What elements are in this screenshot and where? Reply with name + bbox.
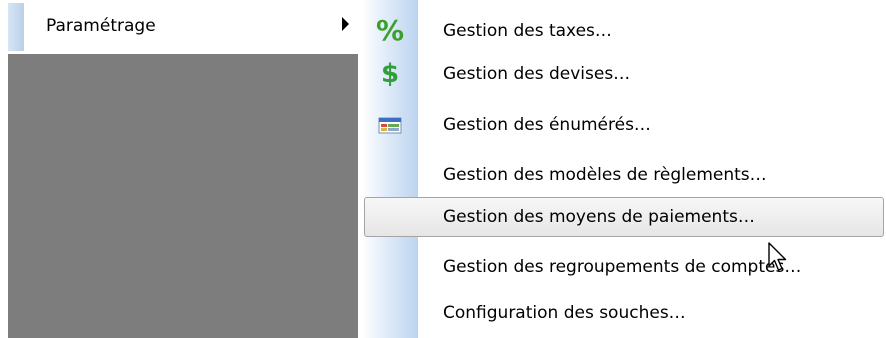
menu-item-gestion-devises[interactable]: $ Gestion des devises…	[362, 54, 886, 94]
menu-screenshot: Paramétrage % Gestion des taxes… $ Gesti…	[0, 0, 886, 338]
menu-item-label: Gestion des moyens de paiements…	[443, 207, 755, 227]
menu-item-gestion-regroupements-comptes[interactable]: Gestion des regroupements de comptes…	[362, 247, 886, 287]
menu-item-label: Gestion des taxes…	[443, 21, 612, 41]
menu-item-parametrage[interactable]: Paramétrage	[8, 3, 358, 51]
list-table-icon	[378, 117, 402, 134]
submenu-parametrage: % Gestion des taxes… $ Gestion des devis…	[362, 0, 886, 338]
menu-item-gestion-enumeres[interactable]: Gestion des énumérés…	[362, 105, 886, 145]
menu-item-label: Gestion des devises…	[443, 64, 631, 84]
submenu-arrow-icon	[342, 17, 349, 31]
dollar-icon: $	[380, 59, 400, 89]
menu-icon-strip	[8, 3, 24, 51]
menu-item-label: Paramétrage	[46, 16, 156, 36]
menu-item-configuration-souches[interactable]: Configuration des souches…	[362, 293, 886, 333]
menu-item-label: Gestion des énumérés…	[443, 115, 651, 135]
menu-item-label: Gestion des modèles de règlements…	[443, 165, 767, 185]
menu-item-gestion-moyens-paiements[interactable]: Gestion des moyens de paiements…	[362, 197, 886, 237]
menu-item-gestion-taxes[interactable]: % Gestion des taxes…	[362, 11, 886, 51]
menu-item-label: Gestion des regroupements de comptes…	[443, 257, 802, 277]
parent-menu-background	[8, 54, 358, 338]
mouse-pointer-icon	[768, 242, 787, 271]
percent-icon: %	[376, 14, 405, 47]
menu-item-label: Configuration des souches…	[443, 303, 686, 323]
menu-item-gestion-modeles-reglements[interactable]: Gestion des modèles de règlements…	[362, 155, 886, 195]
parent-menu: Paramétrage	[0, 0, 358, 338]
